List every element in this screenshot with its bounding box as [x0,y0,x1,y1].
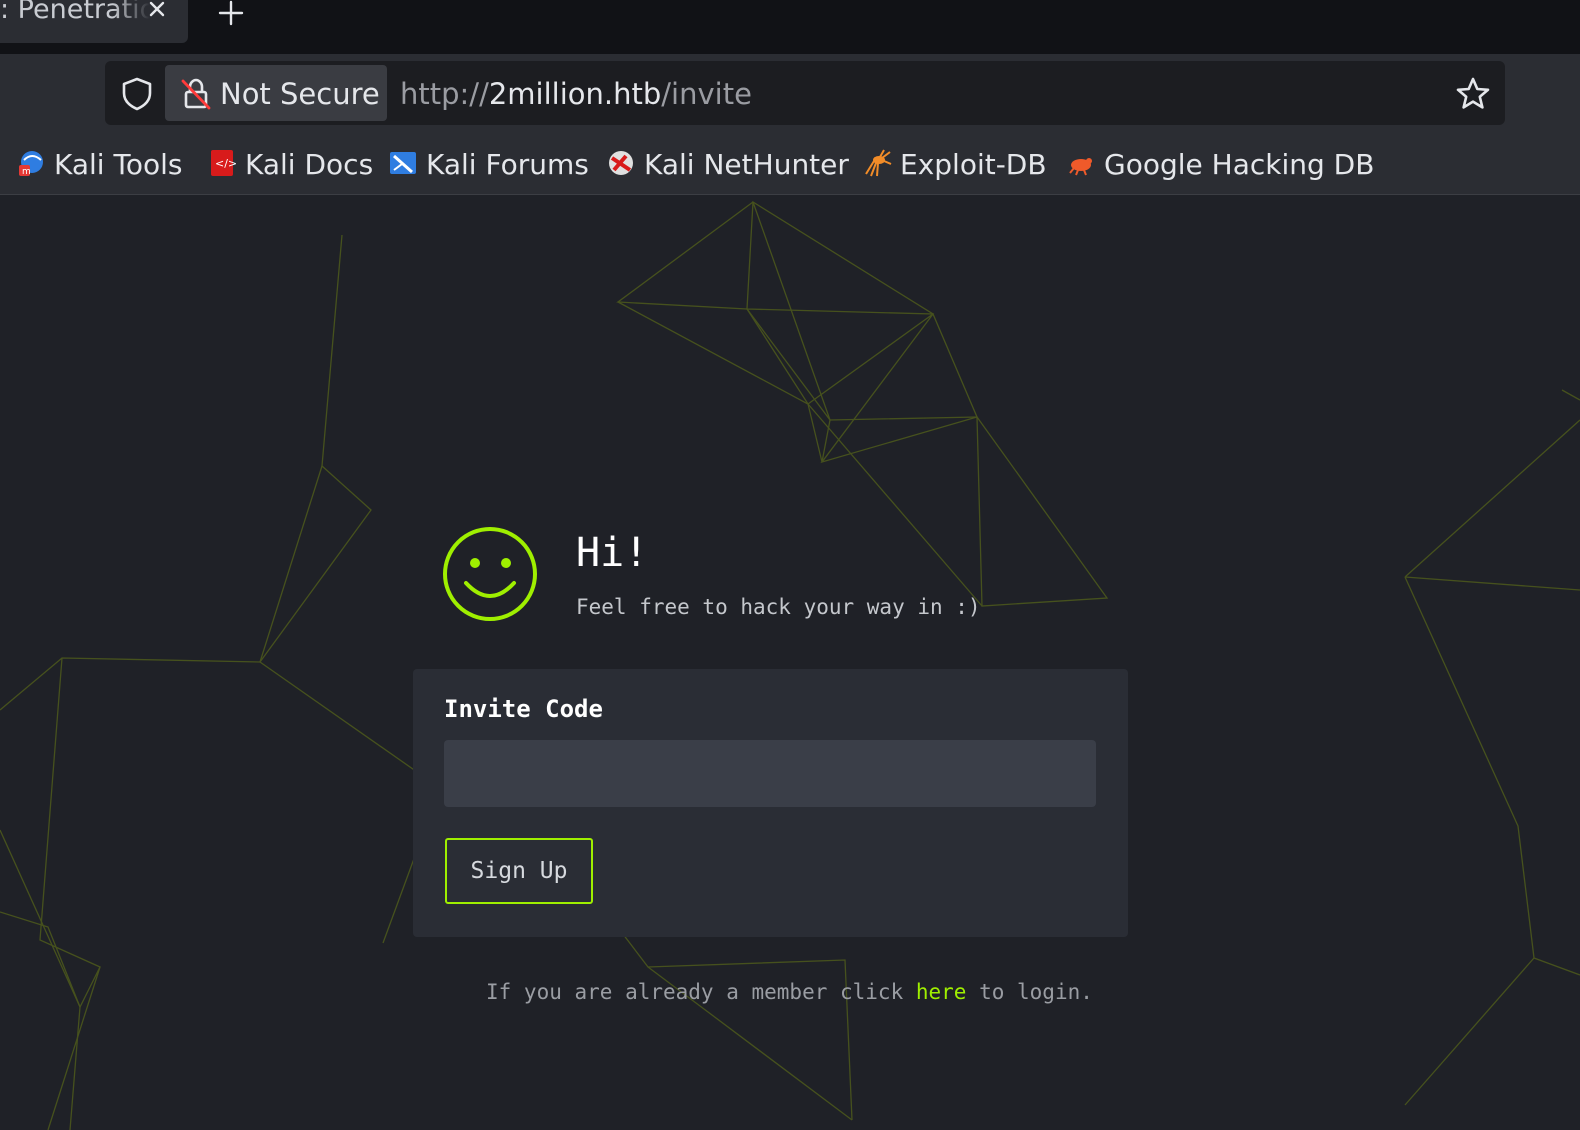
kali-nethunter-icon [609,151,633,175]
bookmark-label: Google Hacking DB [1104,148,1375,181]
url-path: /invite [661,77,752,111]
login-prompt-prefix: If you are already a member click [486,980,916,1004]
tab-title: : Penetratio [0,0,150,25]
insecure-lock-icon [181,78,211,110]
bookmark-label: Kali Forums [426,148,589,181]
kali-forums-icon [390,152,416,174]
bookmark-kali-docs[interactable]: </> Kali Docs [207,144,373,186]
greeting-subtitle: Feel free to hack your way in :) [576,595,981,619]
bookmark-exploit-db[interactable]: Exploit-DB [862,144,1047,186]
sign-up-button[interactable]: Sign Up [445,838,593,904]
close-tab-icon[interactable] [146,0,168,20]
not-secure-label: Not Secure [220,77,380,111]
google-hacking-db-icon [1069,158,1092,176]
new-tab-icon[interactable] [218,0,244,26]
kali-tools-icon: m [19,151,43,177]
shield-icon[interactable] [120,76,154,112]
invite-code-input[interactable] [444,740,1096,807]
bookmark-label: Kali NetHunter [644,148,849,181]
bookmark-google-hacking-db[interactable]: Google Hacking DB [1066,144,1374,186]
greeting-title: Hi! [576,530,649,576]
login-link[interactable]: here [916,980,967,1004]
svg-text:</>: </> [215,157,237,170]
invite-code-label: Invite Code [444,695,603,723]
url-scheme: http:// [400,77,489,111]
bookmark-label: Kali Docs [245,148,374,181]
exploit-db-icon [865,149,892,177]
bookmark-kali-tools[interactable]: m Kali Tools [16,144,182,186]
svg-text:m: m [22,167,31,177]
kali-docs-icon: </> [211,150,237,176]
browser-tab[interactable]: : Penetratio [0,0,188,43]
login-prompt-suffix: to login. [966,980,1093,1004]
bookmark-kali-forums[interactable]: Kali Forums [388,144,589,186]
url-text[interactable]: http://2million.htb/invite [400,74,752,114]
bookmark-star-icon[interactable] [1454,75,1492,113]
bookmark-label: Kali Tools [54,148,183,181]
smiley-face-icon [443,527,537,621]
login-prompt: If you are already a member click here t… [486,977,1093,1007]
bookmark-kali-nethunter[interactable]: Kali NetHunter [606,144,849,186]
url-host: 2million.htb [488,77,662,111]
bookmark-label: Exploit-DB [900,148,1047,181]
